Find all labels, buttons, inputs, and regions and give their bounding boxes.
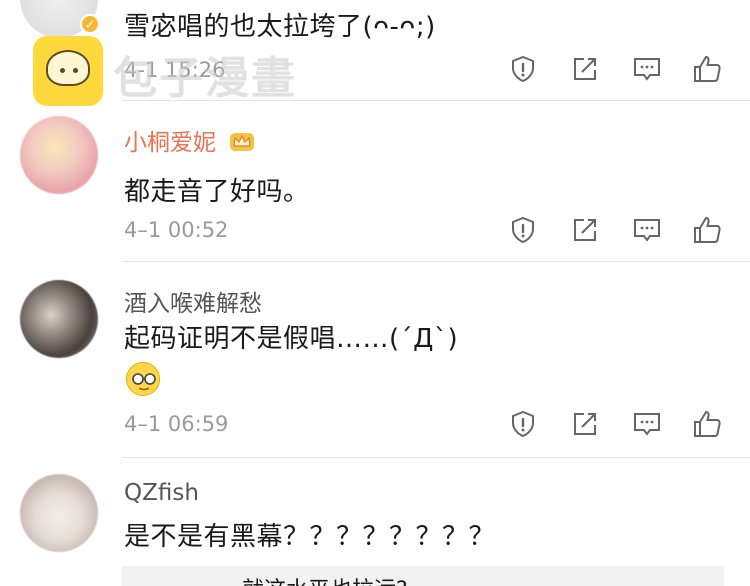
avatar[interactable] — [20, 474, 98, 552]
reply-icon[interactable] — [632, 409, 662, 439]
avatar[interactable] — [20, 116, 98, 194]
thumbs-up-icon[interactable] — [692, 409, 722, 439]
vip-crown-icon — [229, 130, 255, 152]
comment-text: 雪宓唱的也太拉垮了(ᴖ-ᴖ;) — [124, 12, 436, 42]
verified-icon: ✓ — [80, 14, 100, 34]
reply-icon[interactable] — [632, 54, 662, 84]
reply-preview-text: 就这水平也拉运? — [242, 572, 408, 586]
thumbs-up-icon[interactable] — [692, 215, 722, 245]
report-icon[interactable] — [508, 54, 538, 84]
username-text: 小桐爱妮 — [124, 130, 216, 156]
report-icon[interactable] — [508, 409, 538, 439]
comment-item: 酒入喉难解愁 起码证明不是假唱……(´Д`) 4–1 06:59 — [0, 262, 750, 457]
avatar[interactable] — [20, 280, 98, 358]
report-icon[interactable] — [508, 215, 538, 245]
reply-icon[interactable] — [632, 215, 662, 245]
share-icon[interactable] — [570, 54, 600, 84]
comment-text: 都走音了好吗。 — [124, 177, 310, 207]
thumbs-up-icon[interactable] — [692, 54, 722, 84]
comment-text: 起码证明不是假唱……(´Д`) — [124, 324, 459, 354]
username[interactable]: 酒入喉难解愁 — [124, 284, 262, 318]
share-icon[interactable] — [570, 409, 600, 439]
comment-item: ✓ 雪宓唱的也太拉垮了(ᴖ-ᴖ;) 4-1 15:26 — [0, 0, 750, 100]
reply-preview[interactable]: 就这水平也拉运? — [122, 566, 724, 586]
comment-actions — [0, 215, 750, 245]
glasses-emoji-icon — [126, 362, 160, 396]
comment-actions — [0, 54, 750, 84]
username[interactable]: QZfish — [124, 480, 199, 506]
comment-text: 是不是有黑幕？？？？？？？？ — [124, 522, 496, 552]
comment-item: 小桐爱妮 都走音了好吗。 4–1 00:52 — [0, 101, 750, 261]
username[interactable]: 小桐爱妮 — [124, 123, 255, 157]
comment-actions — [0, 409, 750, 439]
share-icon[interactable] — [570, 215, 600, 245]
